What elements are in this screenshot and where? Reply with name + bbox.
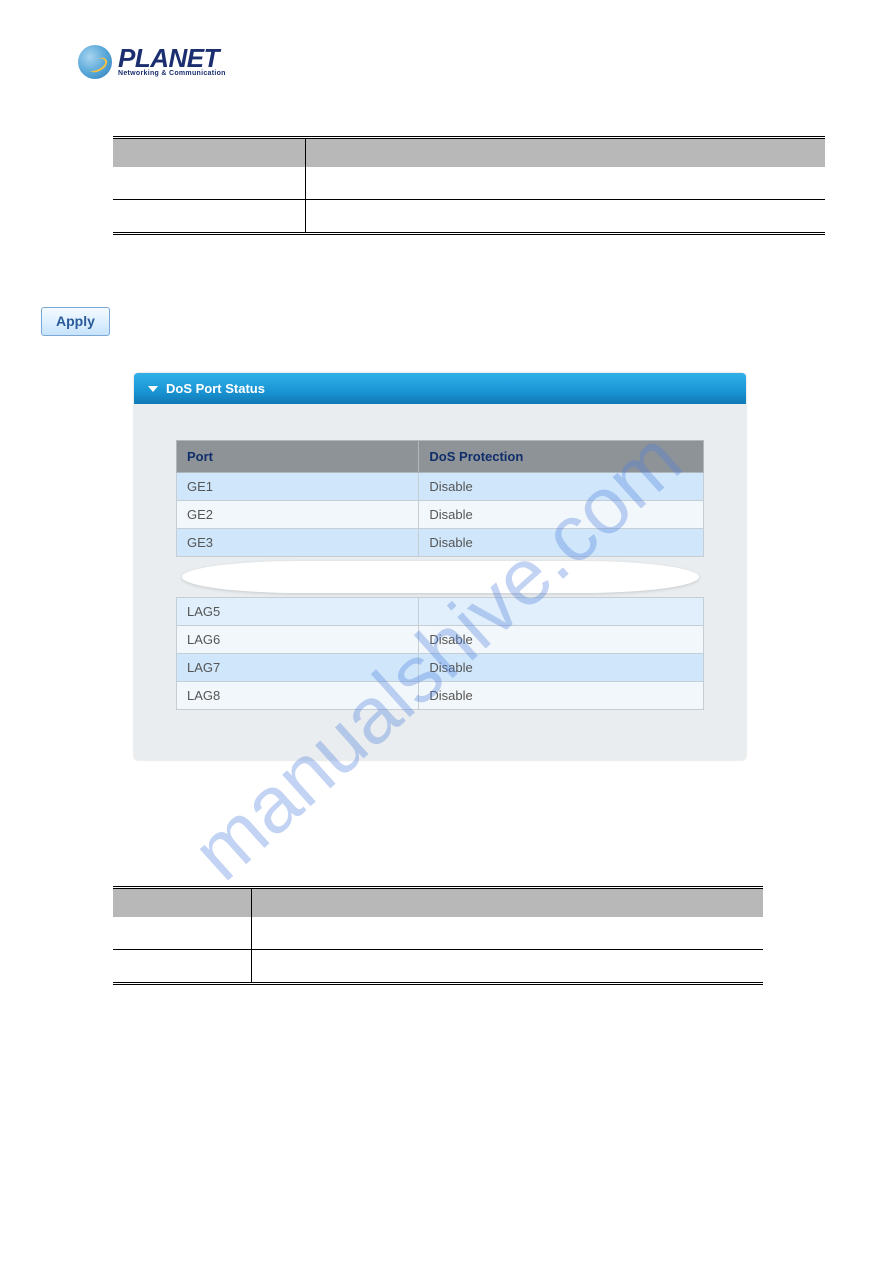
table-row: LAG6 Disable <box>177 626 704 654</box>
port-cell: GE2 <box>177 501 419 529</box>
brand-logo: PLANET Networking & Communication <box>78 45 226 79</box>
description-table-top <box>113 136 825 235</box>
desc2-header-col1 <box>113 889 252 917</box>
desc1-header-col2 <box>306 139 322 167</box>
port-cell: GE3 <box>177 529 419 557</box>
dos-port-status-panel: DoS Port Status Port DoS Protection GE1 … <box>134 373 746 760</box>
table-row: LAG8 Disable <box>177 682 704 710</box>
panel-header[interactable]: DoS Port Status <box>134 373 746 404</box>
table-row: GE2 Disable <box>177 501 704 529</box>
port-cell: LAG5 <box>177 598 419 626</box>
panel-title: DoS Port Status <box>166 381 265 396</box>
protection-cell: Disable <box>419 501 704 529</box>
port-cell: LAG8 <box>177 682 419 710</box>
protection-cell: Disable <box>419 654 704 682</box>
desc1-r1-c1 <box>113 167 306 199</box>
port-cell: LAG7 <box>177 654 419 682</box>
table-row: LAG5 <box>177 598 704 626</box>
chevron-down-icon <box>148 386 158 392</box>
protection-cell <box>419 598 704 626</box>
desc2-r2-c1 <box>113 950 252 982</box>
desc1-r2-c2 <box>306 200 322 232</box>
description-table-bottom <box>113 886 763 985</box>
protection-cell: Disable <box>419 529 704 557</box>
globe-icon <box>78 45 112 79</box>
desc2-header-col2 <box>252 889 268 917</box>
col-header-port: Port <box>177 441 419 473</box>
apply-button[interactable]: Apply <box>41 307 110 336</box>
desc2-r1-c1 <box>113 917 252 949</box>
dos-status-table: Port DoS Protection GE1 Disable GE2 Disa… <box>176 440 704 710</box>
port-cell: GE1 <box>177 473 419 501</box>
desc2-r2-c2 <box>252 950 268 982</box>
logo-main-text: PLANET <box>118 47 226 70</box>
protection-cell: Disable <box>419 626 704 654</box>
truncation-indicator <box>177 557 704 598</box>
logo-sub-text: Networking & Communication <box>118 70 226 77</box>
table-row: GE1 Disable <box>177 473 704 501</box>
desc2-r1-c2 <box>252 917 268 949</box>
desc1-header-col1 <box>113 139 306 167</box>
desc1-r2-c1 <box>113 200 306 232</box>
table-row: LAG7 Disable <box>177 654 704 682</box>
protection-cell: Disable <box>419 473 704 501</box>
col-header-protection: DoS Protection <box>419 441 704 473</box>
desc1-r1-c2 <box>306 167 322 199</box>
protection-cell: Disable <box>419 682 704 710</box>
table-row: GE3 Disable <box>177 529 704 557</box>
port-cell: LAG6 <box>177 626 419 654</box>
